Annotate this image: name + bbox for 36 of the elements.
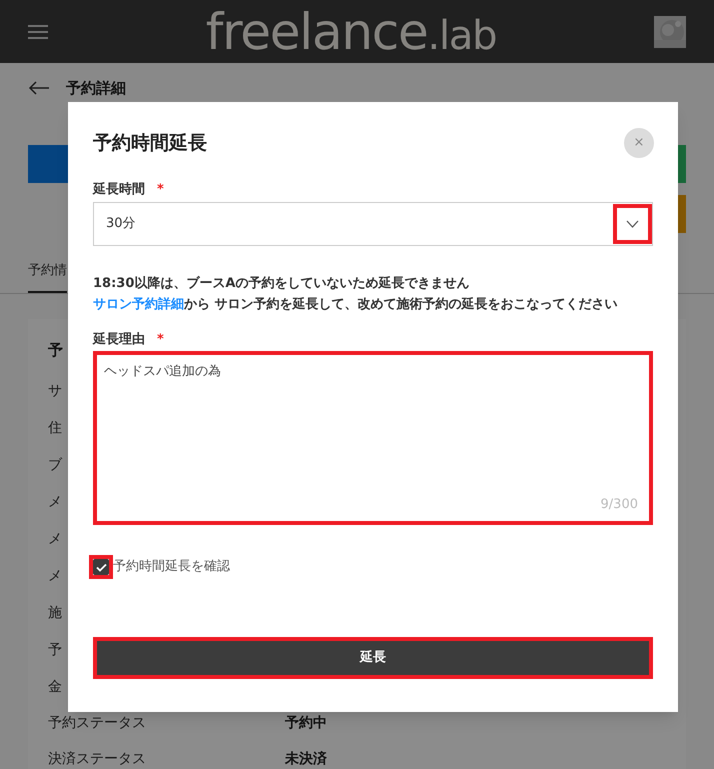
dialog-title: 予約時間延長 xyxy=(93,130,207,156)
row-label: 決済ステータス xyxy=(48,750,147,768)
row-label: 金 xyxy=(48,678,62,696)
row-value: 未決済 xyxy=(285,750,327,768)
extend-button[interactable]: 延長 xyxy=(93,637,653,679)
row-label: メ xyxy=(48,566,62,586)
confirm-checkbox[interactable] xyxy=(89,555,113,579)
row-label: サ xyxy=(48,382,62,400)
chevron-down-icon[interactable] xyxy=(613,204,652,244)
check-icon xyxy=(96,562,106,572)
menu-icon[interactable] xyxy=(28,24,48,38)
close-button[interactable]: × xyxy=(624,128,654,158)
row-label: メ xyxy=(48,530,62,548)
reason-text: ヘッドスパ追加の為 xyxy=(104,364,221,379)
notice-text: 18:30以降は、ブースAの予約をしていないため延長できません xyxy=(93,274,470,292)
duration-select[interactable]: 30分 xyxy=(93,202,653,246)
checkbox-label: 予約時間延長を確認 xyxy=(113,558,230,576)
logo[interactable]: freelance.lab xyxy=(206,6,496,56)
row-label: 予約ステータス xyxy=(48,714,147,732)
required-mark: * xyxy=(157,181,164,199)
reason-textarea[interactable]: ヘッドスパ追加の為 9/300 xyxy=(93,351,653,525)
character-counter: 9/300 xyxy=(600,496,638,514)
field-label: 延長理由 xyxy=(93,330,145,348)
card-title: 予 xyxy=(48,340,63,360)
field-label: 延長時間 xyxy=(93,181,145,199)
page-title: 予約詳細 xyxy=(66,78,126,99)
back-arrow-icon[interactable] xyxy=(28,81,50,95)
row-value: 予約中 xyxy=(285,714,327,732)
salon-reservation-link[interactable]: サロン予約詳細 xyxy=(93,296,184,312)
row-label: 予 xyxy=(48,640,62,660)
notice-text: から サロン予約を延長して、改めて施術予約の延長をおこなってください xyxy=(184,296,618,312)
row-label: 施 xyxy=(48,604,62,622)
row-label: ブ xyxy=(48,456,62,474)
required-mark: * xyxy=(157,330,164,348)
row-label: 住 xyxy=(48,418,62,438)
row-label: メ xyxy=(48,492,62,512)
